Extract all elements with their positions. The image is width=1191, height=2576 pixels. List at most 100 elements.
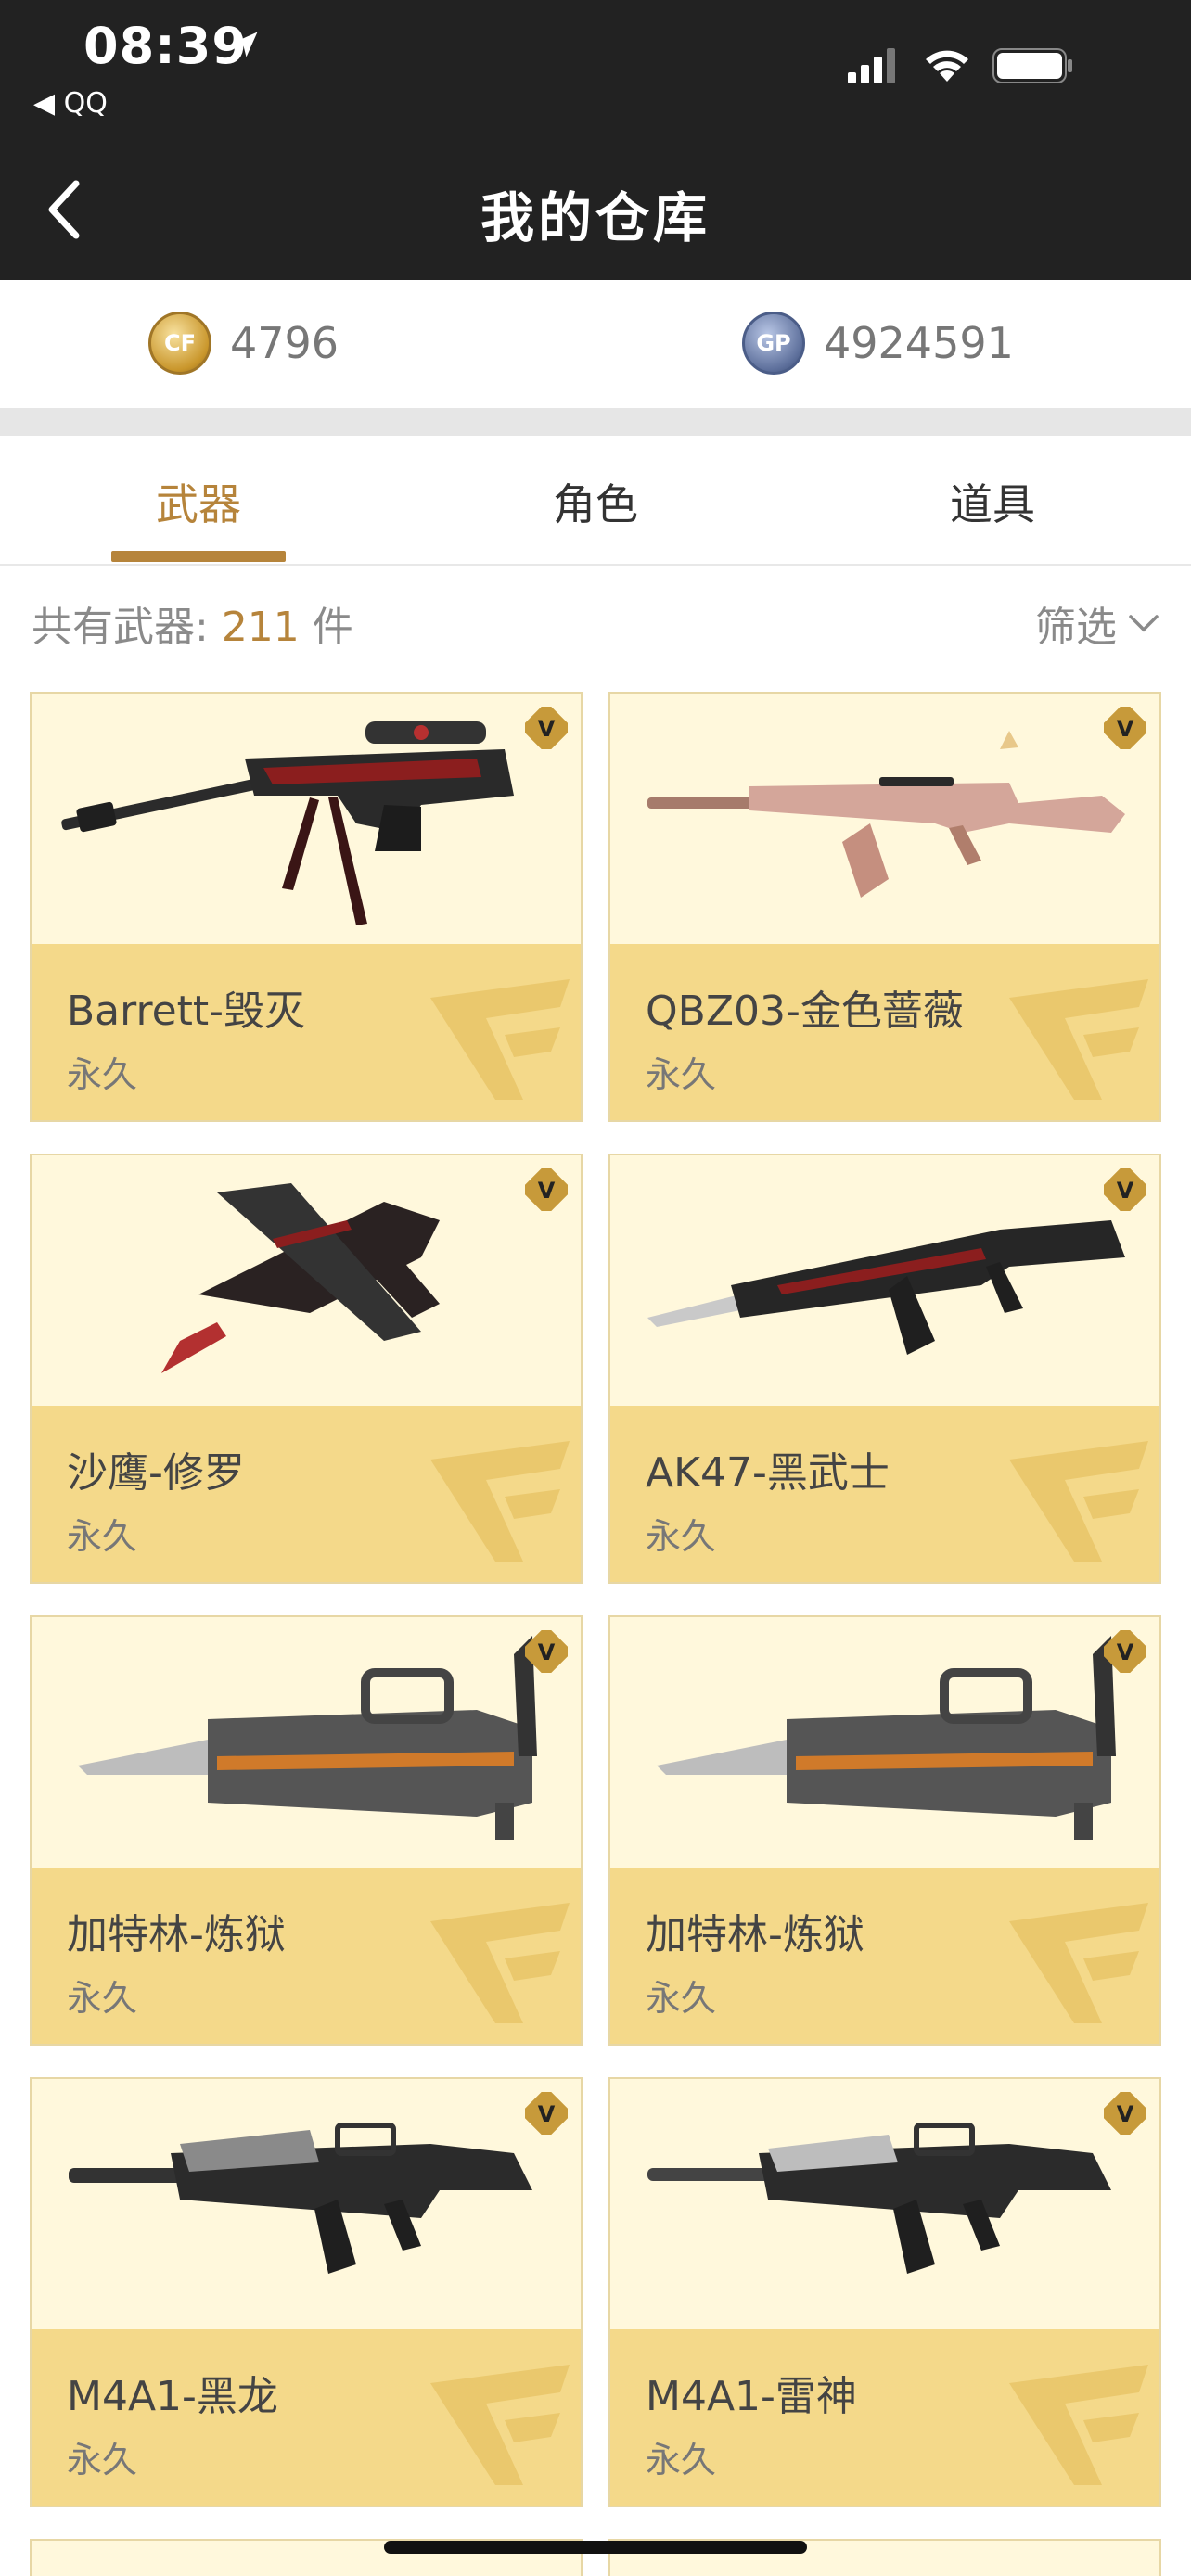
weapon-name: 加特林-炼狱 (646, 1911, 864, 1958)
filter-button[interactable]: 筛选 (1035, 593, 1159, 653)
assault-rifle-icon (647, 1220, 1125, 1355)
cf-coin-icon: CF (148, 312, 211, 375)
tab-characters[interactable]: 角色 (397, 471, 794, 532)
weapon-info: M4A1-雷神 永久 (610, 2329, 1159, 2506)
gatling-gun-icon (657, 1636, 1116, 1840)
gatling-gun-icon (78, 1636, 537, 1840)
tab-weapons[interactable]: 武器 (0, 471, 397, 532)
svg-text:V: V (538, 1178, 556, 1204)
weapon-name: QBZ03-金色蔷薇 (646, 988, 964, 1035)
filter-label: 筛选 (1035, 604, 1117, 651)
weapon-info: Barrett-毁灭 永久 (32, 944, 581, 1120)
cf-logo-watermark-icon (430, 2365, 570, 2485)
section-divider (0, 408, 1191, 436)
weapon-card[interactable]: V AK47-黑武士 永久 (608, 1154, 1161, 1584)
chevron-down-icon (1129, 615, 1159, 632)
svg-text:V: V (1117, 1639, 1134, 1665)
weapon-card[interactable]: V M4A1-黑龙 永久 (30, 2077, 583, 2507)
weapon-card[interactable]: V QBZ03-金色蔷薇 永久 (608, 692, 1161, 1122)
svg-text:V: V (538, 1639, 556, 1665)
vip-badge-icon: V (525, 1630, 568, 1673)
tab-items[interactable]: 道具 (794, 471, 1191, 532)
weapon-info: 加特林-炼狱 永久 (32, 1868, 581, 2044)
weapon-name: M4A1-雷神 (646, 2373, 857, 2420)
cf-logo-watermark-icon (1009, 1903, 1148, 2023)
cf-logo-watermark-icon (1009, 2365, 1148, 2485)
weapon-image: V (32, 1617, 581, 1868)
top-bar: 08:39 ◀ QQ 我的仓库 (0, 0, 1191, 280)
svg-text:V: V (538, 716, 556, 742)
cf-logo-watermark-icon (430, 979, 570, 1100)
weapon-duration: 永久 (646, 1516, 717, 1557)
weapon-name: Barrett-毁灭 (67, 988, 306, 1035)
weapon-count: 共有武器: 211 件 (32, 593, 353, 653)
assault-rifle-icon (69, 2123, 532, 2274)
weapon-name: M4A1-黑龙 (67, 2373, 278, 2420)
vip-badge-icon: V (525, 707, 568, 749)
cf-logo-watermark-icon (1009, 1441, 1148, 1562)
svg-text:V: V (1117, 2101, 1134, 2127)
vip-badge-icon: V (1104, 2092, 1146, 2135)
cf-balance: CF 4796 (148, 312, 339, 375)
weapon-image: V (610, 2079, 1159, 2329)
weapon-info: 加特林-炼狱 永久 (610, 1868, 1159, 2044)
weapon-card[interactable]: V 加特林-炼狱 永久 (608, 1615, 1161, 2046)
vip-badge-icon: V (1104, 1630, 1146, 1673)
sniper-rifle-icon (61, 721, 514, 925)
weapon-info: QBZ03-金色蔷薇 永久 (610, 944, 1159, 1120)
weapon-image: V (32, 1155, 581, 1406)
weapon-card[interactable]: V M4A1-雷神 永久 (608, 2077, 1161, 2507)
svg-text:V: V (538, 2101, 556, 2127)
weapon-count-prefix: 共有武器: (32, 604, 222, 651)
weapon-image: V (32, 2079, 581, 2329)
weapon-duration: 永久 (67, 1054, 138, 1095)
weapon-duration: 永久 (646, 2440, 717, 2480)
location-arrow-icon (232, 32, 258, 57)
battery-icon (992, 48, 1072, 83)
weapon-duration: 永久 (67, 1516, 138, 1557)
weapon-name: 沙鹰-修罗 (67, 1449, 245, 1497)
weapon-image: V (610, 694, 1159, 944)
assault-rifle-icon (647, 731, 1125, 898)
vip-badge-icon: V (525, 2092, 568, 2135)
weapon-card[interactable]: V Barrett-毁灭 永久 (30, 692, 583, 1122)
vip-badge-icon: V (1104, 1168, 1146, 1211)
weapon-info: 沙鹰-修罗 永久 (32, 1406, 581, 1582)
status-icons (848, 46, 1126, 93)
gp-balance: GP 4924591 (742, 312, 1014, 375)
weapon-name: 加特林-炼狱 (67, 1911, 286, 1958)
currency-row: CF 4796 GP 4924591 (0, 280, 1191, 408)
cf-logo-watermark-icon (1009, 979, 1148, 1100)
weapon-count-suffix: 件 (299, 604, 353, 651)
page-title: 我的仓库 (480, 186, 711, 249)
weapon-name: AK47-黑武士 (646, 1449, 890, 1497)
active-tab-indicator (111, 551, 286, 562)
home-indicator[interactable] (384, 2541, 807, 2554)
cf-logo-watermark-icon (430, 1903, 570, 2023)
cf-balance-value: 4796 (230, 318, 339, 368)
pistol-icon (161, 1183, 440, 1373)
cellular-signal-icon (848, 48, 895, 83)
weapon-count-number: 211 (221, 604, 300, 651)
svg-text:V: V (1117, 1178, 1134, 1204)
weapon-image: V (32, 694, 581, 944)
weapon-duration: 永久 (67, 2440, 138, 2480)
cf-logo-watermark-icon (430, 1441, 570, 1562)
gp-balance-value: 4924591 (824, 318, 1014, 368)
weapon-info: M4A1-黑龙 永久 (32, 2329, 581, 2506)
weapon-image: V (610, 1155, 1159, 1406)
back-to-app-link[interactable]: ◀ QQ (33, 87, 108, 120)
status-time: 08:39 (83, 17, 248, 75)
weapon-card[interactable]: V 加特林-炼狱 永久 (30, 1615, 583, 2046)
vip-badge-icon: V (1104, 707, 1146, 749)
assault-rifle-icon (647, 2123, 1111, 2274)
weapon-info: AK47-黑武士 永久 (610, 1406, 1159, 1582)
gp-coin-icon: GP (742, 312, 805, 375)
weapon-duration: 永久 (646, 1978, 717, 2019)
weapon-image: V (610, 1617, 1159, 1868)
weapon-card[interactable]: V 沙鹰-修罗 永久 (30, 1154, 583, 1584)
svg-text:V: V (1117, 716, 1134, 742)
wifi-icon (926, 50, 968, 82)
vip-badge-icon: V (525, 1168, 568, 1211)
weapon-duration: 永久 (646, 1054, 717, 1095)
